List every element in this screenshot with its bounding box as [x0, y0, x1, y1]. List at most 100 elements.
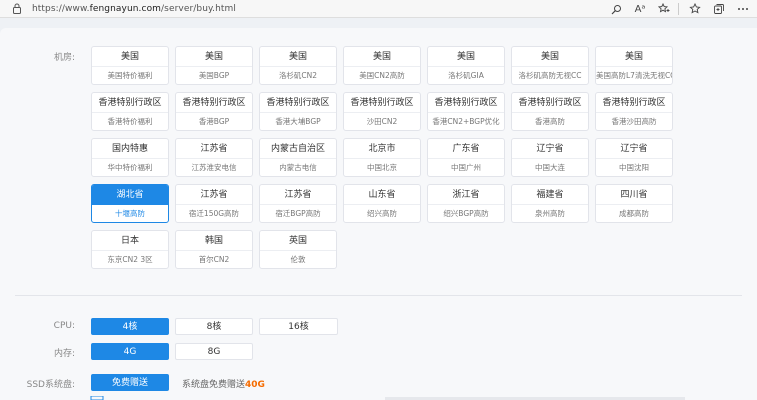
datacenter-option[interactable]: 香港特别行政区沙田CN2: [343, 92, 421, 131]
datacenter-option[interactable]: 江苏省宿迁150G高防: [175, 184, 253, 223]
datacenter-option[interactable]: 福建省 泉州高防: [511, 184, 589, 223]
datacenter-option[interactable]: 辽宁省 中国沈阳: [595, 138, 673, 177]
datacenter-line: 中国大连: [535, 163, 565, 172]
ssd-free-button[interactable]: 免费赠送: [91, 374, 169, 391]
datacenter-region: 内蒙古自治区: [260, 139, 336, 159]
datacenter-line: 美国BGP: [198, 71, 230, 80]
datacenter-line: 成都高防: [619, 209, 649, 218]
favorite-icon[interactable]: [656, 1, 672, 17]
datacenter-option[interactable]: 美国 洛杉矶高防无视CC: [511, 46, 589, 85]
datacenter-region: 香港特别行政区: [260, 93, 336, 113]
datacenter-region: 四川省: [596, 185, 672, 205]
datacenter-region: 美国: [92, 47, 168, 67]
section-divider: [15, 295, 742, 296]
datacenter-region: 广东省: [428, 139, 504, 159]
datacenter-option[interactable]: 北京市 中国北京: [343, 138, 421, 177]
datacenter-line: 美国CN2高防: [359, 71, 405, 80]
datacenter-region: 英国: [260, 231, 336, 251]
datacenter-line: 香港BGP: [198, 117, 230, 126]
datacenter-line: 洛杉矶GIA: [448, 71, 484, 80]
datacenter-region: 北京市: [344, 139, 420, 159]
datacenter-option[interactable]: 四川省 成都高防: [595, 184, 673, 223]
datacenter-line: 东京CN2 3区: [107, 255, 153, 264]
datacenter-option[interactable]: 香港特别行政区 香港BGP: [175, 92, 253, 131]
cpu-label: CPU:: [53, 321, 75, 331]
datacenter-option[interactable]: 内蒙古自治区内蒙古电信: [259, 138, 337, 177]
datacenter-region: 日本: [92, 231, 168, 251]
datacenter-region: 江苏省: [176, 139, 252, 159]
datacenter-option[interactable]: 湖北省 十堰高防: [91, 184, 169, 223]
datacenter-option[interactable]: 美国洛杉矶CN2: [259, 46, 337, 85]
lock-icon[interactable]: [10, 2, 24, 16]
datacenter-option[interactable]: 江苏省 江苏淮安电信: [175, 138, 253, 177]
datacenter-label: 机房:: [53, 53, 75, 63]
read-aloud-icon[interactable]: Aᵃ: [632, 1, 648, 17]
datacenter-region: 香港特别行政区: [596, 93, 672, 113]
datacenter-line: 沙田CN2: [366, 117, 398, 126]
datacenter-region: 江苏省: [260, 185, 336, 205]
cpu-option-4[interactable]: 4核: [91, 318, 169, 335]
datacenter-region: 香港特别行政区: [428, 93, 504, 113]
datacenter-line: 中国沈阳: [619, 163, 649, 172]
datacenter-region: 美国: [512, 47, 588, 67]
cpu-option-16[interactable]: 16核: [259, 318, 338, 335]
memory-option-4g[interactable]: 4G: [91, 343, 169, 360]
datacenter-line: 绍兴BGP高防: [443, 209, 489, 218]
datacenter-line: 伦敦: [290, 255, 306, 264]
datacenter-region: 福建省: [512, 185, 588, 205]
search-icon[interactable]: [608, 1, 624, 17]
datacenter-region: 香港特别行政区: [344, 93, 420, 113]
datacenter-option[interactable]: 香港特别行政区 香港大埔BGP: [259, 92, 337, 131]
datacenter-option[interactable]: 美国 美国BGP: [175, 46, 253, 85]
datacenter-option[interactable]: 美国 美国特价福利: [91, 46, 169, 85]
datacenter-region: 江苏省: [176, 185, 252, 205]
datacenter-region: 辽宁省: [596, 139, 672, 159]
datacenter-region: 香港特别行政区: [512, 93, 588, 113]
datacenter-region: 山东省: [344, 185, 420, 205]
datacenter-line: 香港高防: [535, 117, 565, 126]
datacenter-option[interactable]: 江苏省宿迁BGP高防: [259, 184, 337, 223]
datacenter-option[interactable]: 国内特惠 华中特价福利: [91, 138, 169, 177]
datacenter-option[interactable]: 美国 美国CN2高防: [343, 46, 421, 85]
datacenter-region: 湖北省: [92, 185, 168, 205]
datacenter-region: 美国: [260, 47, 336, 67]
datacenter-option[interactable]: 香港特别行政区香港高防: [511, 92, 589, 131]
datacenter-region: 美国: [428, 47, 504, 67]
datacenter-option[interactable]: 辽宁省 中国大连: [511, 138, 589, 177]
datacenter-line: 十堰高防: [115, 209, 145, 218]
memory-label: 内存:: [53, 349, 75, 359]
datacenter-option[interactable]: 浙江省 绍兴BGP高防: [427, 184, 505, 223]
datacenter-option[interactable]: 广东省 中国广州: [427, 138, 505, 177]
datacenter-line: 中国北京: [367, 163, 397, 172]
datacenter-line: 宿迁150G高防: [188, 209, 240, 218]
datacenter-region: 香港特别行政区: [92, 93, 168, 113]
datacenter-option[interactable]: 美国洛杉矶GIA: [427, 46, 505, 85]
datacenter-option[interactable]: 韩国 首尔CN2: [175, 230, 253, 269]
datacenter-line: 华中特价福利: [107, 163, 153, 172]
url-text[interactable]: https://www.fengnayun.com/server/buy.htm…: [32, 4, 236, 14]
datacenter-line: 绍兴高防: [367, 209, 397, 218]
ssd-amount: 40G: [245, 380, 265, 390]
datacenter-line: 美国特价福利: [107, 71, 153, 80]
cpu-option-8[interactable]: 8核: [175, 318, 253, 335]
datacenter-line: 宿迁BGP高防: [275, 209, 321, 218]
datacenter-line: 内蒙古电信: [279, 163, 317, 172]
memory-option-8g[interactable]: 8G: [175, 343, 253, 360]
more-icon[interactable]: [735, 1, 751, 17]
datacenter-option[interactable]: 山东省 绍兴高防: [343, 184, 421, 223]
datacenter-option[interactable]: 英国 伦敦: [259, 230, 337, 269]
datacenter-option[interactable]: 日本东京CN2 3区: [91, 230, 169, 269]
datacenter-line: 美国高防L7清洗无视CC: [596, 71, 672, 80]
datacenter-option[interactable]: 美国 美国高防L7清洗无视CC: [595, 46, 673, 85]
datacenter-option[interactable]: 香港特别行政区 香港特价福利: [91, 92, 169, 131]
collections-icon[interactable]: [711, 1, 727, 17]
datacenter-line: 江苏淮安电信: [191, 163, 237, 172]
favorites-bar-icon[interactable]: [687, 1, 703, 17]
datacenter-line: 洛杉矶CN2: [278, 71, 318, 80]
datacenter-option[interactable]: 香港特别行政区香港CN2+BGP优化: [427, 92, 505, 131]
datacenter-line: 香港沙田高防: [611, 117, 657, 126]
address-bar[interactable]: https://www.fengnayun.com/server/buy.htm…: [0, 0, 757, 18]
datacenter-option[interactable]: 香港特别行政区香港沙田高防: [595, 92, 673, 131]
datacenter-region: 辽宁省: [512, 139, 588, 159]
datacenter-line: 香港CN2+BGP优化: [432, 117, 500, 126]
